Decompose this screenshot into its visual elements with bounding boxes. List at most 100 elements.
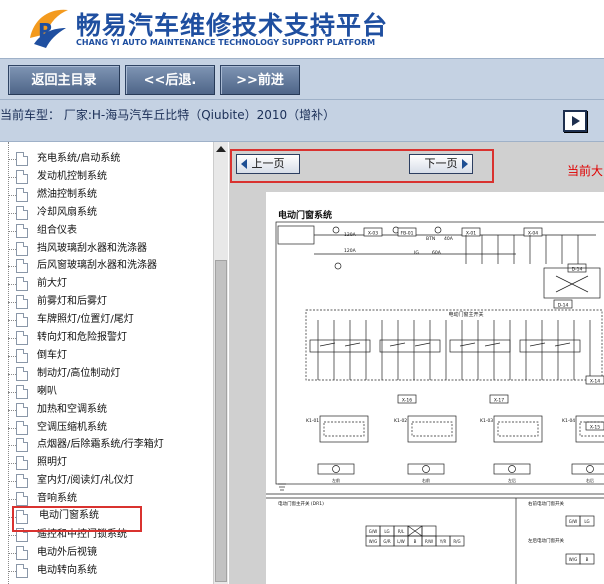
tree-item[interactable]: 前雾灯和后雾灯 [0,293,210,311]
back-button[interactable]: <<后退. [125,65,215,95]
module-label: K1-03 [480,418,493,424]
tree-item-label: 组合仪表 [37,224,77,236]
scroll-thumb[interactable] [215,260,227,582]
tree-item-label: 制动灯/高位制动灯 [37,367,121,379]
tree-branch [8,284,16,286]
connector-label: D-14 [558,303,569,309]
module-label: K1-04 [562,418,575,424]
home-button[interactable]: 返回主目录 [8,65,120,95]
pin-label: G/W [369,529,377,534]
diagram-box [411,421,453,437]
tree-item[interactable]: 电动转向系统 [0,562,210,580]
diagram-wire [389,342,406,347]
diagram-box [319,415,369,443]
document-icon [16,259,28,274]
pin-label: W/G [569,557,577,562]
tree-branch [8,230,16,232]
changyi-logo-icon: R [30,9,68,48]
pin-label: B [414,539,417,544]
tree-item-label: 室内灯/阅读灯/礼仪灯 [37,475,134,487]
tree-branch [8,194,16,196]
tree-item-label: 电动外后视镜 [37,546,97,558]
document-icon [16,420,28,435]
motor-icon [332,465,340,473]
diagram-wire [484,342,501,347]
tree-item[interactable]: 制动灯/高位制动灯 [0,365,210,383]
site-title: 畅易汽车维修技术支持平台 [76,11,389,40]
diagram-box [407,415,457,443]
diagram-box [543,267,601,299]
tree-item[interactable]: 前大灯 [0,275,210,293]
tree-branch [8,534,16,536]
tree-item[interactable]: 点烟器/后除霜系统/行李箱灯 [0,436,210,454]
pin-label: LG [384,529,389,534]
connector-label: X-16 [402,398,412,404]
tree-item[interactable]: 室内灯/阅读灯/礼仪灯 [0,472,210,490]
tree-item[interactable]: 燃油控制系统 [0,186,210,204]
diagram-wire [414,342,431,347]
tree-item[interactable]: 后风窗玻璃刮水器和洗涤器 [0,257,210,275]
tree-branch [8,266,16,268]
tree-item[interactable]: 照明灯 [0,454,210,472]
document-icon [16,169,28,184]
tree-item[interactable]: 发动机控制系统 [0,168,210,186]
tree-item[interactable]: 充电系统/启动系统 [0,150,210,168]
connector-label: X-01 [466,231,476,237]
tree-item-label: 充电系统/启动系统 [37,153,121,164]
diagram-box [309,339,371,353]
svg-text:R: R [38,19,53,43]
tree-item[interactable]: 冷却风扇系统 [0,204,210,222]
tree-item-label: 加热和空调系统 [37,403,107,415]
tree-item-label: 后风窗玻璃刮水器和洗涤器 [37,260,157,272]
tree-item[interactable]: 车牌照灯/位置灯/尾灯 [0,311,210,329]
pin-label: B [586,557,589,562]
fuse-label: 40A [444,236,454,242]
motor-icon [422,465,430,473]
tree-branch [8,302,16,304]
bottom-caption: 电动门窗主开关 (DR1) [278,500,324,507]
tree-item-label: 点烟器/后除霜系统/行李箱灯 [37,439,164,451]
connector-label: D-14 [572,267,583,273]
diagram-wire [344,342,361,347]
tree-item[interactable]: 喇叭 [0,383,210,401]
diagram-wire [529,342,546,347]
motor-label: 右前 [422,477,430,483]
document-icon [16,456,28,471]
wiring-diagram: 120A 120A BTN 40A IG 60A X-03 FB-01 X-01 X-04 D-14… [266,221,604,584]
expand-arrow-icon[interactable] [563,110,587,132]
tree-item[interactable]: 组合仪表 [0,222,210,240]
connector-label: X-14 [590,379,600,385]
document-icon [16,474,28,489]
tree-branch [8,176,16,178]
document-icon [16,187,28,202]
diagram-box [493,415,543,443]
scroll-up-icon[interactable] [216,146,226,152]
tree-branch [8,373,16,375]
tree-branch [8,445,16,447]
tree-item[interactable]: 转向灯和危险报警灯 [0,329,210,347]
forward-button[interactable]: >>前进 [220,65,300,95]
tree-item[interactable]: 电动外后视镜 [0,544,210,562]
tree-branch [8,338,16,339]
tree-item[interactable]: 空调压缩机系统 [0,419,210,437]
motor-label: 左前 [332,477,340,483]
current-vehicle-text: 当前车型： 厂家:H-海马汽车丘比特（Qiubite）2010（增补） [0,108,336,122]
pin-label: LG [584,519,589,524]
pin-label: R/L [398,529,405,534]
site-subtitle: CHANG YI AUTO MAINTENANCE TECHNOLOGY SUP… [76,38,376,47]
header: R 畅易汽车维修技术支持平台 CHANG YI AUTO MAINTENANCE… [0,0,604,58]
document-icon [16,402,28,417]
current-page-label: 当前大 [567,164,604,178]
module-label: K1-01 [306,418,319,424]
tree-item[interactable]: 倒车灯 [0,347,210,365]
document-icon [16,366,28,381]
tree-scrollbar[interactable] [213,142,228,584]
connector-label: X-15 [590,425,600,431]
tree-item[interactable]: 加热和空调系统 [0,401,210,419]
tree-item[interactable]: 挡风玻璃刮水器和洗涤器 [0,240,210,258]
bottom-caption: 右前电动门窗开关 [528,500,564,507]
document-icon [16,348,28,363]
document-icon [16,563,28,578]
document-icon [16,545,28,560]
document-icon [16,205,28,220]
